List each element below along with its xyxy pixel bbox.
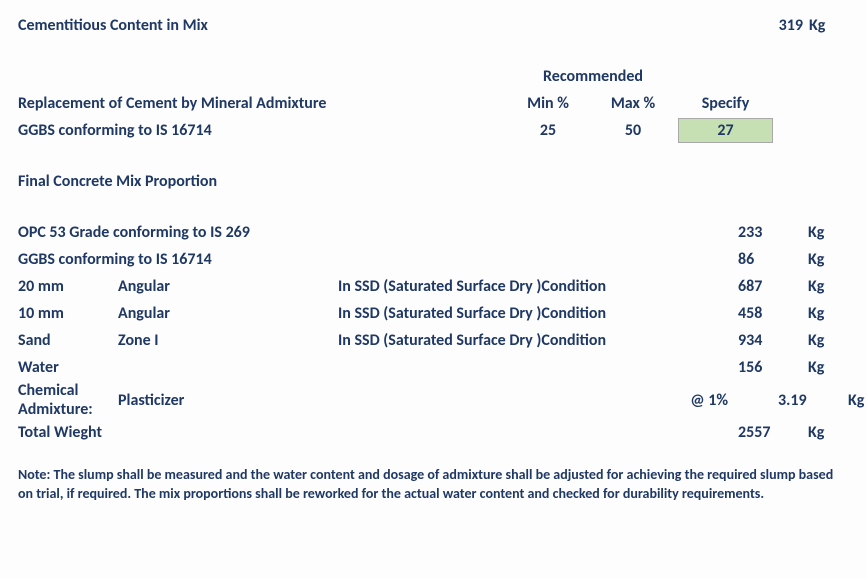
- min-header: Min %: [508, 94, 588, 113]
- final-mix-table: OPC 53 Grade conforming to IS 269233KgGG…: [18, 219, 849, 446]
- mix-value: 687: [728, 277, 808, 296]
- mix-col-b: Zone I: [118, 331, 338, 350]
- mix-value: 233: [728, 223, 808, 242]
- mix-unit: Kg: [808, 331, 848, 350]
- mix-row: GGBS conforming to IS 1671486Kg: [18, 246, 849, 273]
- ggbs-replacement-row: GGBS conforming to IS 16714 25 50 27: [18, 117, 849, 144]
- cementitious-row: Cementitious Content in Mix 319 Kg: [18, 12, 849, 39]
- ggbs-min: 25: [508, 121, 588, 140]
- mix-row: OPC 53 Grade conforming to IS 269233Kg: [18, 219, 849, 246]
- mix-value: 934: [728, 331, 808, 350]
- mix-col-a: Water: [18, 358, 728, 377]
- mix-col-a: Total Wieght: [18, 423, 728, 442]
- mix-value: 86: [728, 250, 808, 269]
- mix-col-b: Plasticizer: [118, 391, 338, 410]
- mix-unit: Kg: [808, 250, 848, 269]
- mix-col-c: In SSD (Saturated Surface Dry )Condition: [338, 331, 728, 350]
- mix-row: Total Wieght2557Kg: [18, 419, 849, 446]
- mix-row: 10 mmAngularIn SSD (Saturated Surface Dr…: [18, 300, 849, 327]
- mix-unit: Kg: [808, 423, 848, 442]
- mix-unit: Kg: [808, 358, 848, 377]
- mix-col-a: 20 mm: [18, 277, 118, 296]
- mix-value: 156: [728, 358, 808, 377]
- mix-row: 20 mmAngularIn SSD (Saturated Surface Dr…: [18, 273, 849, 300]
- mix-value: 458: [728, 304, 808, 323]
- replacement-header-row: Replacement of Cement by Mineral Admixtu…: [18, 90, 849, 117]
- mix-col-b: Angular: [118, 277, 338, 296]
- mix-unit: Kg: [848, 391, 867, 410]
- mix-col-a: OPC 53 Grade conforming to IS 269: [18, 223, 728, 242]
- mix-value: 2557: [728, 423, 808, 442]
- mix-col-b: Angular: [118, 304, 338, 323]
- cementitious-label: Cementitious Content in Mix: [18, 16, 508, 35]
- mix-value: 3.19: [768, 391, 848, 410]
- specify-header: Specify: [678, 94, 773, 113]
- max-header: Max %: [588, 94, 678, 113]
- mix-unit: Kg: [808, 277, 848, 296]
- mix-col-a: 10 mm: [18, 304, 118, 323]
- mix-col-c: In SSD (Saturated Surface Dry )Condition: [338, 304, 728, 323]
- mix-row: Water156Kg: [18, 354, 849, 381]
- mix-unit: Kg: [808, 304, 848, 323]
- cementitious-unit: Kg: [809, 16, 849, 35]
- mix-row: SandZone IIn SSD (Saturated Surface Dry …: [18, 327, 849, 354]
- mix-col-c: In SSD (Saturated Surface Dry )Condition: [338, 277, 728, 296]
- mix-unit: Kg: [808, 223, 848, 242]
- mix-col-a: GGBS conforming to IS 16714: [18, 250, 728, 269]
- ggbs-label: GGBS conforming to IS 16714: [18, 121, 508, 140]
- mix-col-a: Sand: [18, 331, 118, 350]
- recommended-header: Recommended: [508, 67, 678, 86]
- ggbs-specify-input[interactable]: 27: [678, 118, 773, 143]
- mix-row: Chemical Admixture:Plasticizer@ 1%3.19Kg: [18, 381, 849, 419]
- final-mix-title: Final Concrete Mix Proportion: [18, 168, 849, 195]
- mix-col-a: Chemical Admixture:: [18, 381, 118, 419]
- recommended-header-row: Recommended: [18, 63, 849, 90]
- cementitious-value: 319: [743, 16, 809, 35]
- replacement-row-label: Replacement of Cement by Mineral Admixtu…: [18, 94, 508, 113]
- ggbs-max: 50: [588, 121, 678, 140]
- mix-col-c: @ 1%: [338, 391, 768, 410]
- footer-note: Note: The slump shall be measured and th…: [18, 466, 838, 504]
